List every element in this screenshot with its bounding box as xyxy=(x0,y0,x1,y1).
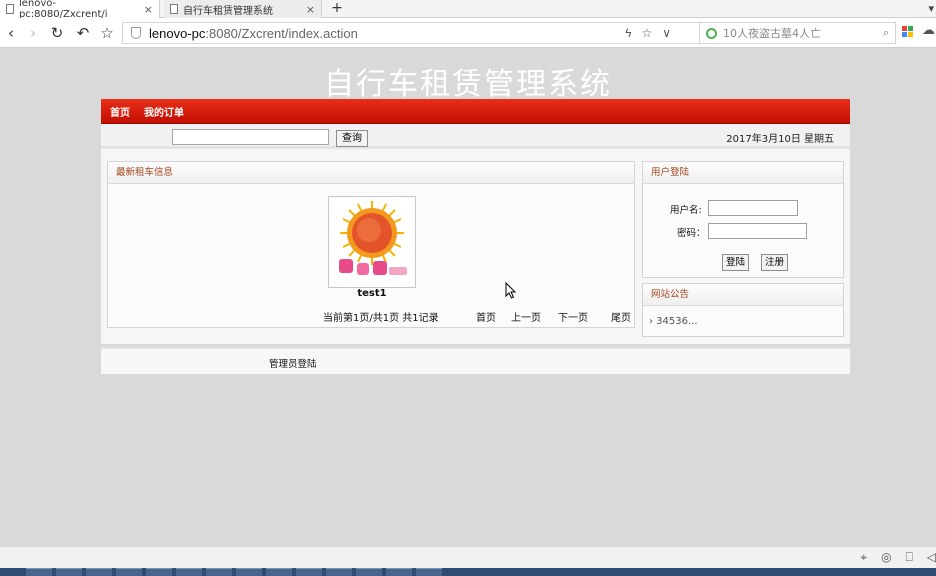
content-area: 最新租车信息 test1 当前第1页/共1页 共1记录 首页 上一页 下一页 尾… xyxy=(101,148,850,344)
browser-nav-bar: ‹ › ↻ ↶ ☆ lenovo-pc :8080/Zxcrent/index.… xyxy=(0,18,936,48)
browser-tab-2[interactable]: 自行车租赁管理系统 × xyxy=(164,0,322,18)
search-engine-icon xyxy=(706,27,717,39)
taskbar-item[interactable] xyxy=(26,568,52,576)
taskbar-item[interactable] xyxy=(326,568,352,576)
pin-icon[interactable]: ⌖ xyxy=(860,550,867,565)
current-date: 2017年3月10日 星期五 xyxy=(726,134,834,145)
menu-item-my-orders[interactable]: 我的订单 xyxy=(144,104,184,119)
panel-heading: 最新租车信息 xyxy=(108,162,634,184)
search-bar: 查询 2017年3月10日 星期五 xyxy=(101,124,850,148)
chevron-down-icon[interactable]: ∨ xyxy=(662,26,671,40)
tab-title: lenovo-pc:8080/Zxcrent/i xyxy=(18,0,108,20)
mouse-cursor-icon xyxy=(505,282,517,299)
pager-info: 当前第1页/共1页 共1记录 xyxy=(323,313,439,324)
status-icons: ⌖ ◎ ⎕ ◁ xyxy=(860,550,936,565)
panel-heading: 网站公告 xyxy=(643,284,843,306)
username-label: 用户名: xyxy=(670,205,702,216)
taskbar-item[interactable] xyxy=(56,568,82,576)
taskbar-item[interactable] xyxy=(86,568,112,576)
browser-status-bar: ⌖ ◎ ⎕ ◁ xyxy=(0,546,936,568)
document-icon xyxy=(170,4,178,14)
bike-name[interactable]: test1 xyxy=(328,288,416,299)
taskbar-item[interactable] xyxy=(386,568,412,576)
pager-prev[interactable]: 上一页 xyxy=(511,309,541,324)
sun-image-icon xyxy=(339,201,407,275)
bike-thumbnail[interactable] xyxy=(328,196,416,288)
forward-icon[interactable]: › xyxy=(24,24,42,42)
document-icon xyxy=(6,4,14,14)
address-bar[interactable]: lenovo-pc :8080/Zxcrent/index.action ϟ ☆… xyxy=(122,22,700,44)
apps-grid-icon[interactable] xyxy=(902,26,913,37)
user-login-panel: 用户登陆 用户名: 密码： 登陆 注册 xyxy=(642,161,844,278)
latest-rental-panel: 最新租车信息 test1 当前第1页/共1页 共1记录 首页 上一页 下一页 尾… xyxy=(107,161,635,328)
site-title: 自行车租赁管理系统 xyxy=(324,67,612,102)
undo-close-icon[interactable]: ↶ xyxy=(74,24,92,42)
browser-tab-1[interactable]: lenovo-pc:8080/Zxcrent/i × xyxy=(0,0,160,20)
password-label: 密码： xyxy=(677,228,706,239)
url-path: :8080/Zxcrent/index.action xyxy=(205,25,358,41)
taskbar-item[interactable] xyxy=(266,568,292,576)
tab-close-icon[interactable]: × xyxy=(306,3,315,16)
lightning-icon[interactable]: ϟ xyxy=(625,26,631,40)
back-icon[interactable]: ‹ xyxy=(2,24,20,42)
shield-icon xyxy=(131,27,141,39)
extension-icon[interactable]: ◎ xyxy=(881,550,891,565)
taskbar-item[interactable] xyxy=(146,568,172,576)
main-menu: 首页 我的订单 xyxy=(101,99,850,124)
admin-login-link[interactable]: 管理员登陆 xyxy=(269,356,317,370)
browser-search-box[interactable]: 10人夜盗古墓4人亡 ⌕ xyxy=(700,22,896,44)
notice-item[interactable]: › 34536... xyxy=(649,316,698,327)
new-tab-button[interactable]: + xyxy=(328,0,346,18)
pager-last[interactable]: 尾页 xyxy=(611,309,631,324)
site-notice-panel: 网站公告 › 34536... xyxy=(642,283,844,337)
query-button[interactable]: 查询 xyxy=(336,130,368,147)
page-footer: 管理员登陆 xyxy=(101,347,850,374)
cloud-icon[interactable]: ☁ xyxy=(922,23,935,38)
taskbar-item[interactable] xyxy=(416,568,442,576)
taskbar-item[interactable] xyxy=(176,568,202,576)
os-taskbar xyxy=(0,568,936,576)
username-input[interactable] xyxy=(708,200,798,216)
favorite-star-icon[interactable]: ☆ xyxy=(641,26,652,40)
search-text: 10人夜盗古墓4人亡 xyxy=(723,27,821,40)
main-container: 首页 我的订单 查询 2017年3月10日 星期五 最新租车信息 test1 当… xyxy=(101,99,850,374)
trash-icon[interactable]: ⎕ xyxy=(906,550,913,565)
reload-icon[interactable]: ↻ xyxy=(48,24,66,42)
tab-close-icon[interactable]: × xyxy=(144,3,153,16)
url-host: lenovo-pc xyxy=(149,25,206,41)
tab-title: 自行车租赁管理系统 xyxy=(183,5,273,17)
web-page: 自行车租赁管理系统 首页 我的订单 查询 2017年3月10日 星期五 最新租车… xyxy=(0,49,936,546)
taskbar-item[interactable] xyxy=(296,568,322,576)
taskbar-item[interactable] xyxy=(236,568,262,576)
pager-first[interactable]: 首页 xyxy=(476,309,496,324)
pager-next[interactable]: 下一页 xyxy=(558,309,588,324)
taskbar-item[interactable] xyxy=(206,568,232,576)
search-input[interactable] xyxy=(172,129,329,145)
login-button[interactable]: 登陆 xyxy=(722,254,750,271)
speaker-icon[interactable]: ◁ xyxy=(927,550,936,565)
menu-item-home[interactable]: 首页 xyxy=(110,104,130,119)
shirt-icon[interactable]: ▾ xyxy=(928,2,934,15)
register-button[interactable]: 注册 xyxy=(761,254,789,271)
panel-heading: 用户登陆 xyxy=(643,162,843,184)
address-bar-actions: ϟ ☆ ∨ xyxy=(625,23,671,43)
search-icon[interactable]: ⌕ xyxy=(883,26,889,40)
taskbar-item[interactable] xyxy=(116,568,142,576)
bookmark-star-icon[interactable]: ☆ xyxy=(98,24,116,42)
browser-tab-bar: lenovo-pc:8080/Zxcrent/i × 自行车租赁管理系统 × +… xyxy=(0,0,936,20)
password-input[interactable] xyxy=(708,223,807,239)
taskbar-item[interactable] xyxy=(356,568,382,576)
